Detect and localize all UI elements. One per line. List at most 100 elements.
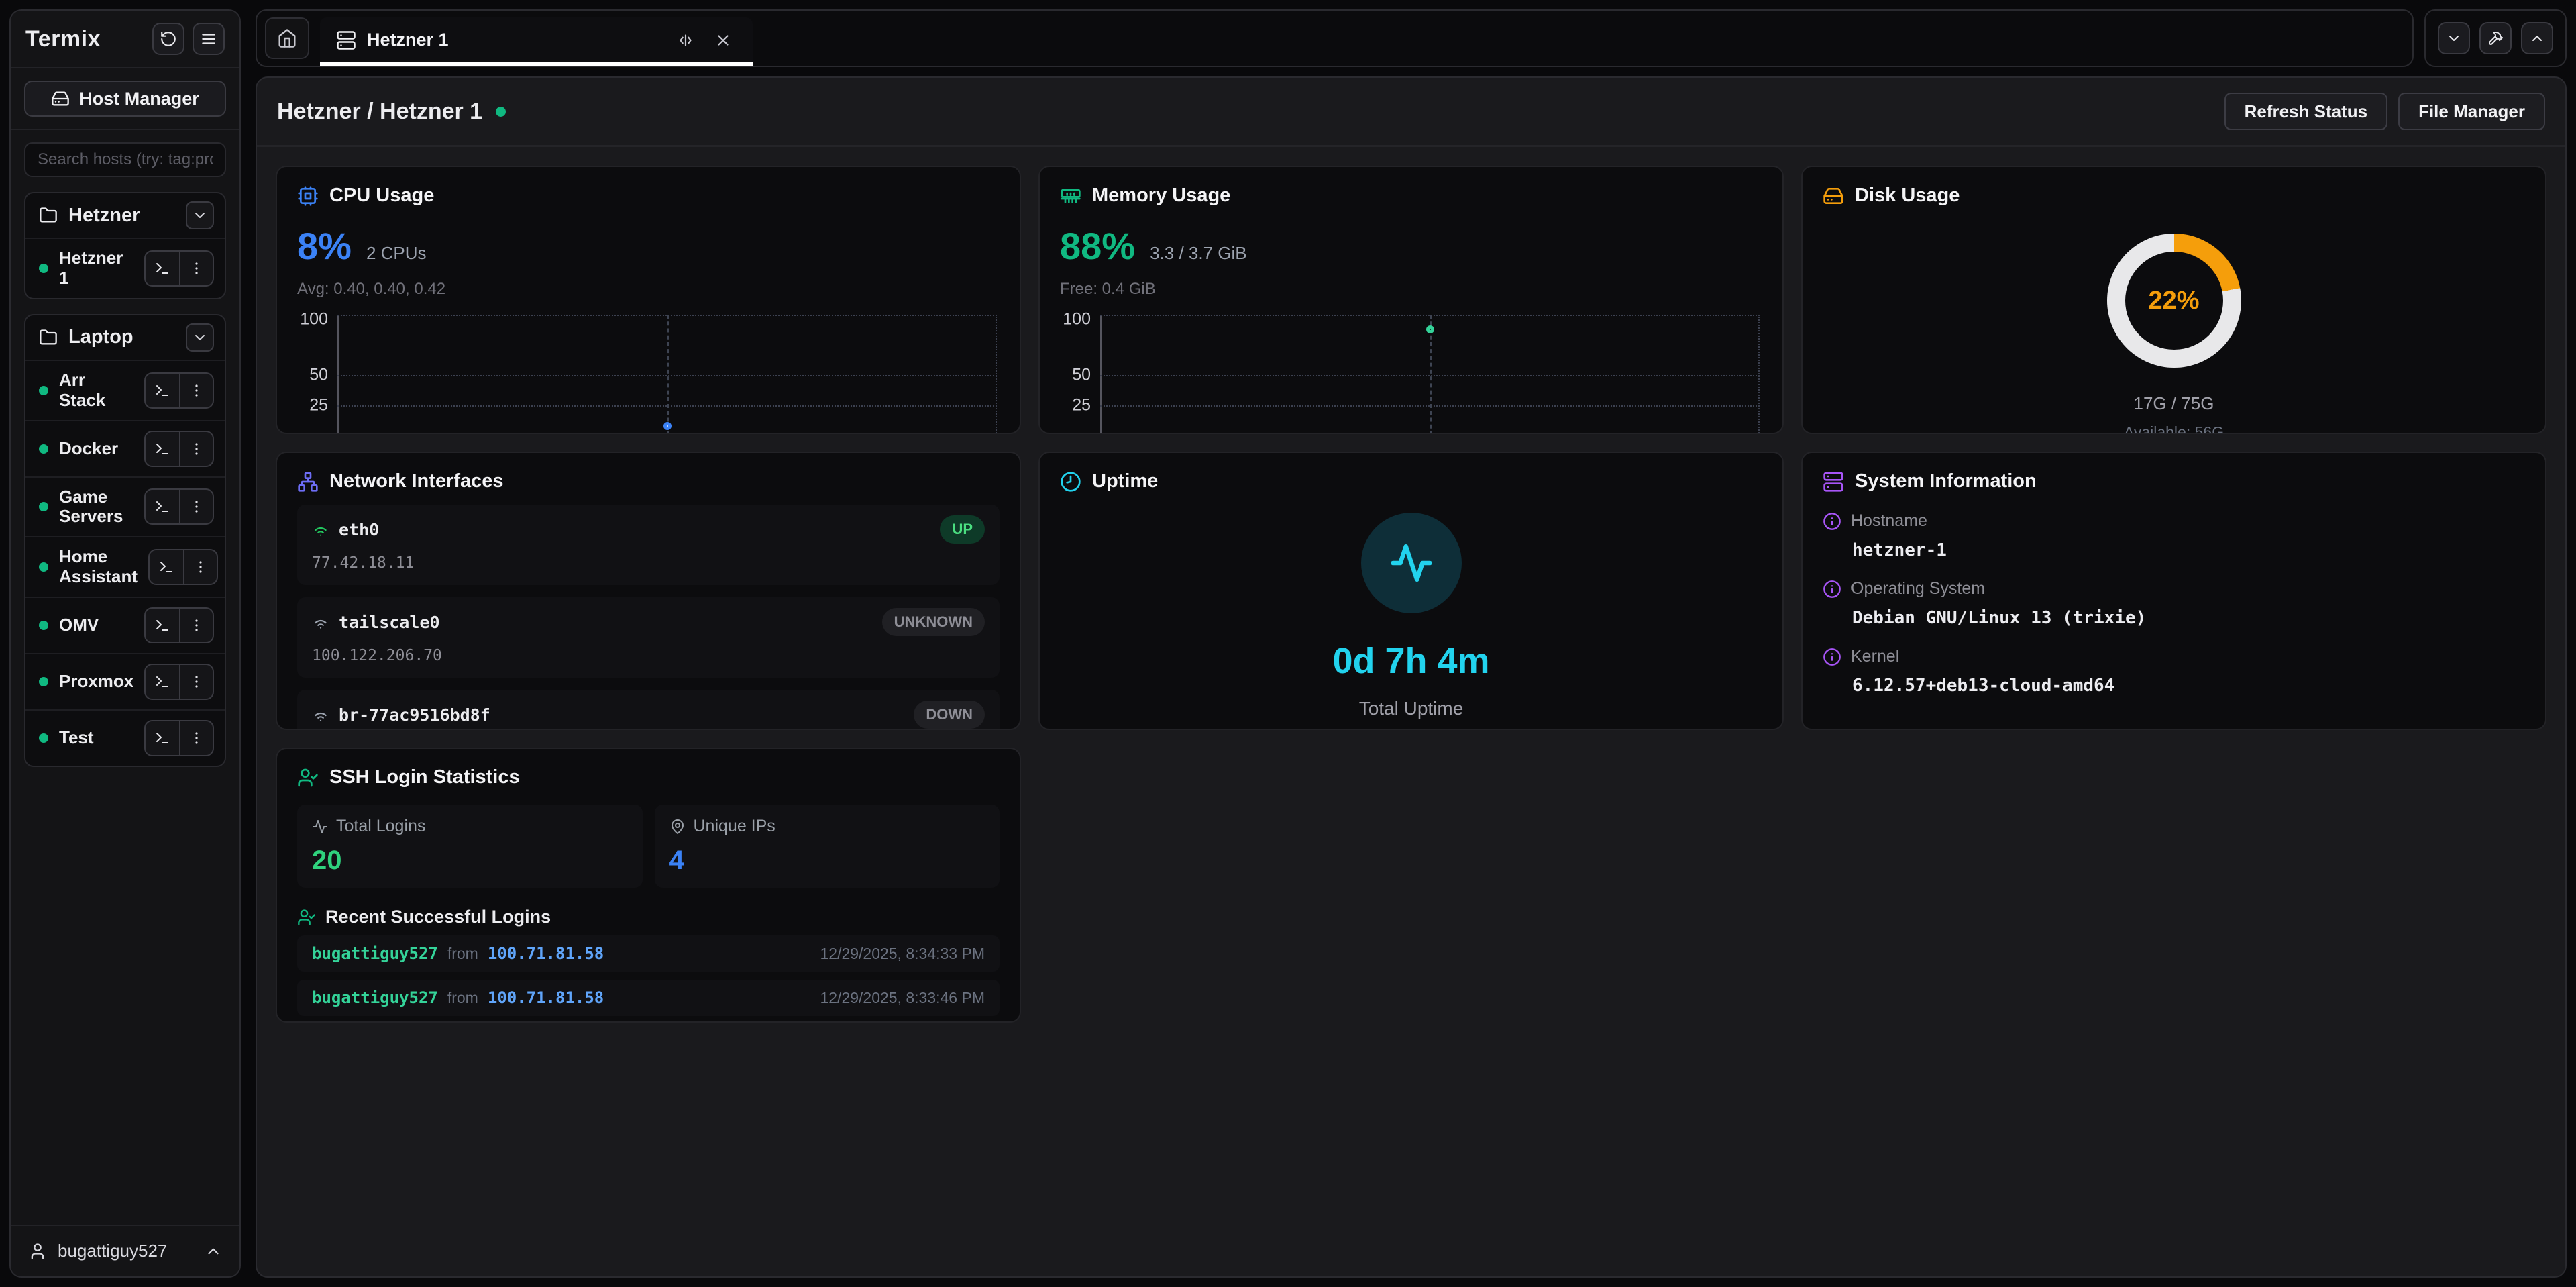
- info-icon: [1823, 648, 1841, 666]
- collapse-down-button[interactable]: [2438, 22, 2470, 54]
- host-menu-button[interactable]: [179, 665, 213, 699]
- panel-header: Hetzner / Hetzner 1 Refresh Status File …: [257, 78, 2565, 147]
- host-row-home-assistant[interactable]: Home Assistant: [25, 536, 225, 597]
- card-title: Disk Usage: [1855, 185, 1960, 207]
- terminal-button[interactable]: [146, 490, 179, 523]
- tools-button[interactable]: [2479, 22, 2512, 54]
- host-menu-button[interactable]: [179, 490, 213, 523]
- host-row-docker[interactable]: Docker: [25, 420, 225, 476]
- chevron-down-icon: [192, 329, 208, 346]
- network-interfaces-card: Network Interfaces eth0 UP 77.42.18.11: [276, 452, 1021, 730]
- server-icon: [336, 30, 356, 50]
- tab-hetzner-1[interactable]: Hetzner 1: [320, 17, 753, 66]
- host-menu-button[interactable]: [179, 374, 213, 407]
- status-dot: [39, 562, 48, 572]
- interface-row-eth0: eth0 UP 77.42.18.11: [297, 505, 1000, 585]
- system-item-value: 6.12.57+deb13-cloud-amd64: [1852, 676, 2525, 696]
- host-menu-button[interactable]: [179, 432, 213, 466]
- user-icon: [28, 1242, 47, 1261]
- total-logins-value: 20: [312, 845, 628, 876]
- host-name: Game Servers: [59, 487, 133, 527]
- terminal-button[interactable]: [146, 432, 179, 466]
- file-manager-button[interactable]: File Manager: [2398, 93, 2545, 130]
- search-input[interactable]: [24, 142, 226, 177]
- host-row-game-servers[interactable]: Game Servers: [25, 476, 225, 537]
- interface-name: eth0: [339, 520, 379, 539]
- memory-percent: 88%: [1060, 224, 1135, 268]
- login-ip: 100.71.81.58: [488, 944, 604, 963]
- host-actions: [144, 250, 214, 287]
- total-logins-stat: Total Logins 20: [297, 805, 643, 888]
- group-header[interactable]: Laptop: [25, 315, 225, 360]
- activity-icon: [312, 819, 328, 835]
- terminal-button[interactable]: [146, 721, 179, 755]
- group-collapse-button[interactable]: [186, 201, 214, 229]
- wifi-icon: [312, 521, 329, 538]
- host-menu-button[interactable]: [179, 721, 213, 755]
- system-item-hostname: Hostname hetzner-1: [1823, 511, 2525, 560]
- group-header[interactable]: Hetzner: [25, 193, 225, 238]
- host-row-test[interactable]: Test: [25, 709, 225, 766]
- uptime-label: Total Uptime: [1359, 698, 1464, 719]
- memory-chart: 100 50 25: [1100, 315, 1760, 434]
- card-title: Uptime: [1092, 470, 1158, 493]
- home-button[interactable]: [265, 17, 309, 59]
- interface-ip: 100.122.206.70: [312, 647, 985, 664]
- refresh-status-button[interactable]: Refresh Status: [2224, 93, 2388, 130]
- card-title: SSH Login Statistics: [329, 766, 520, 788]
- username: bugattiguy527: [58, 1241, 167, 1262]
- host-menu-button[interactable]: [183, 550, 217, 584]
- app-title: Termix: [25, 26, 101, 52]
- group-collapse-button[interactable]: [186, 323, 214, 352]
- menu-button[interactable]: [193, 23, 225, 55]
- host-row-arr-stack[interactable]: Arr Stack: [25, 360, 225, 420]
- online-status-dot: [496, 107, 506, 117]
- info-icon: [1823, 580, 1841, 599]
- collapse-up-button[interactable]: [2521, 22, 2553, 54]
- chevron-up-icon: [205, 1243, 222, 1260]
- hamburger-icon: [200, 30, 217, 48]
- system-item-kernel: Kernel 6.12.57+deb13-cloud-amd64: [1823, 647, 2525, 696]
- info-icon: [1823, 512, 1841, 531]
- terminal-button[interactable]: [150, 550, 183, 584]
- host-row-omv[interactable]: OMV: [25, 597, 225, 653]
- cpu-icon: [297, 185, 319, 207]
- terminal-button[interactable]: [146, 374, 179, 407]
- y-tick: 25: [309, 396, 328, 415]
- login-time: 12/29/2025, 8:34:33 PM: [820, 945, 985, 963]
- user-check-icon: [297, 767, 319, 788]
- status-dot: [39, 621, 48, 630]
- split-view-button[interactable]: [672, 27, 699, 54]
- disk-donut-chart: 22%: [2107, 234, 2241, 368]
- status-badge: UNKNOWN: [882, 608, 985, 636]
- group-name: Laptop: [68, 326, 133, 348]
- terminal-button[interactable]: [146, 609, 179, 642]
- main-area: Hetzner 1 Hetzner / Hetzner 1 Refresh St…: [256, 9, 2567, 1278]
- disk-used-total: 17G / 75G: [2134, 393, 2214, 414]
- folder-icon: [39, 206, 58, 225]
- y-tick: 100: [300, 310, 328, 329]
- terminal-button[interactable]: [146, 665, 179, 699]
- host-menu-button[interactable]: [179, 252, 213, 285]
- status-dot: [39, 733, 48, 743]
- user-menu[interactable]: bugattiguy527: [11, 1225, 239, 1276]
- refresh-button[interactable]: [152, 23, 184, 55]
- hammer-icon: [2487, 30, 2504, 46]
- stat-label: Unique IPs: [694, 817, 775, 836]
- host-row-hetzner-1[interactable]: Hetzner 1: [25, 238, 225, 298]
- server-stats-panel: Hetzner / Hetzner 1 Refresh Status File …: [256, 76, 2567, 1278]
- sidebar: Termix Host Manager Hetzner: [9, 9, 241, 1278]
- host-row-proxmox[interactable]: Proxmox: [25, 653, 225, 709]
- host-group-hetzner: Hetzner Hetzner 1: [24, 192, 226, 299]
- interface-row-bridge: br-77ac9516bd8f DOWN 172.22.0.1: [297, 690, 1000, 730]
- memory-free: Free: 0.4 GiB: [1060, 280, 1762, 299]
- host-manager-button[interactable]: Host Manager: [24, 81, 226, 117]
- close-tab-button[interactable]: [710, 27, 737, 54]
- memory-icon: [1060, 185, 1081, 207]
- host-menu-button[interactable]: [179, 609, 213, 642]
- network-icon: [297, 471, 319, 493]
- user-check-icon: [297, 908, 316, 927]
- terminal-button[interactable]: [146, 252, 179, 285]
- card-title: CPU Usage: [329, 185, 434, 207]
- host-name: Docker: [59, 439, 133, 459]
